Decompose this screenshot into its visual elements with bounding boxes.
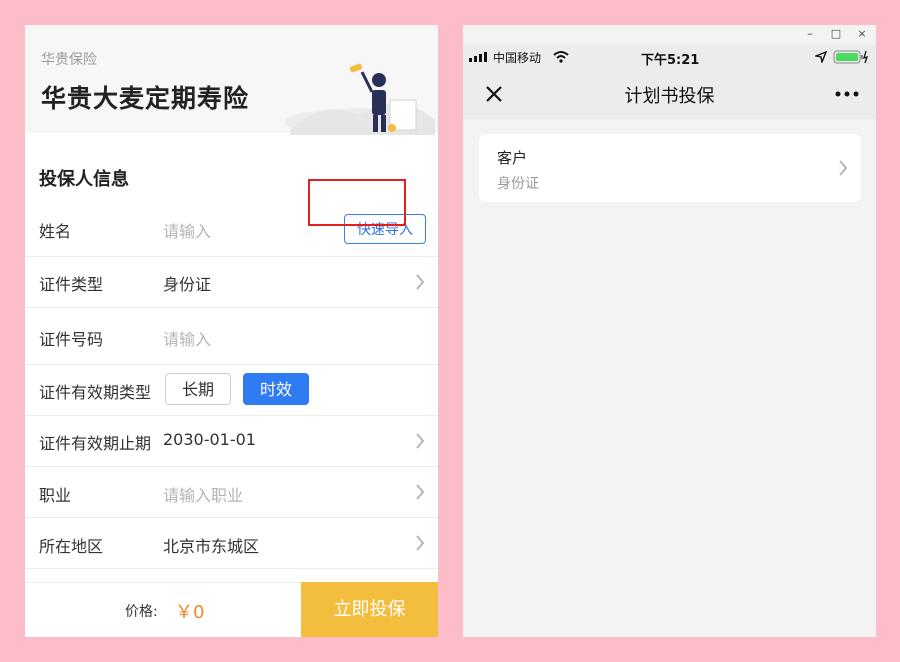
- chevron-right-icon: [839, 160, 848, 176]
- region-label: 所在地区: [39, 537, 104, 556]
- expiry-row[interactable]: 证件有效期止期 2030-01-01: [25, 415, 438, 467]
- signal-icon: [469, 52, 487, 62]
- customer-card[interactable]: 客户 身份证: [479, 134, 861, 202]
- id-number-input[interactable]: 请输入: [163, 326, 211, 350]
- window-close-button[interactable]: ×: [855, 27, 869, 41]
- price-value: ￥0: [175, 602, 205, 623]
- product-header: 华贵保险 华贵大麦定期寿险: [25, 25, 438, 135]
- nav-bar: 计划书投保: [463, 69, 876, 119]
- id-type-value: 身份证: [163, 275, 212, 294]
- product-title: 华贵大麦定期寿险: [41, 84, 250, 113]
- chevron-right-icon: [416, 484, 425, 500]
- insurance-form-panel: 华贵保险 华贵大麦定期寿险 投保人信息 姓名 请输入 快速导入 证件类型 身份证…: [25, 25, 438, 637]
- wifi-icon: [553, 51, 569, 63]
- expiry-label: 证件有效期止期: [39, 434, 152, 453]
- footer-bar: 价格: ￥0 立即投保: [25, 582, 438, 637]
- occupation-input: 请输入职业: [163, 486, 244, 505]
- validity-type-label: 证件有效期类型: [39, 383, 152, 402]
- status-time: 下午5:21: [641, 53, 700, 68]
- card-subtitle: 身份证: [497, 176, 539, 192]
- occupation-row[interactable]: 职业 请输入职业: [25, 466, 438, 518]
- brand-name: 华贵保险: [41, 52, 97, 68]
- id-type-row[interactable]: 证件类型 身份证: [25, 256, 438, 308]
- name-input[interactable]: 请输入: [163, 218, 211, 242]
- header-illustration: [285, 63, 435, 135]
- validity-long-option[interactable]: 长期: [165, 373, 231, 405]
- battery-icon: [833, 50, 869, 64]
- section-title: 投保人信息: [39, 169, 129, 190]
- validity-type-row: 证件有效期类型 长期 时效: [25, 364, 438, 416]
- status-bar: 中国移动 下午5:21: [463, 45, 876, 69]
- region-row[interactable]: 所在地区 北京市东城区: [25, 517, 438, 569]
- id-number-row: 证件号码 请输入: [25, 307, 438, 365]
- id-number-label: 证件号码: [39, 330, 104, 349]
- chevron-right-icon: [416, 433, 425, 449]
- chevron-right-icon: [416, 535, 425, 551]
- more-icon[interactable]: [835, 91, 859, 97]
- occupation-label: 职业: [39, 486, 72, 505]
- nav-title: 计划书投保: [624, 86, 715, 107]
- highlight-box: [308, 179, 406, 226]
- minimize-button[interactable]: –: [803, 27, 817, 41]
- location-arrow-icon: [815, 51, 827, 63]
- maximize-button[interactable]: □: [829, 27, 843, 41]
- submit-button[interactable]: 立即投保: [301, 582, 438, 637]
- price-label: 价格:: [125, 604, 158, 620]
- phone-window: – □ × 中国移动 下午5:21 计划书投保 客户 身份证: [463, 25, 876, 637]
- carrier-name: 中国移动: [493, 51, 542, 65]
- region-value: 北京市东城区: [163, 537, 260, 556]
- window-titlebar: – □ ×: [463, 25, 876, 45]
- expiry-value: 2030-01-01: [163, 430, 256, 449]
- id-type-label: 证件类型: [39, 275, 104, 294]
- name-label: 姓名: [39, 222, 72, 241]
- chevron-right-icon: [416, 274, 425, 290]
- card-title: 客户: [497, 149, 528, 167]
- validity-timed-option[interactable]: 时效: [243, 373, 309, 405]
